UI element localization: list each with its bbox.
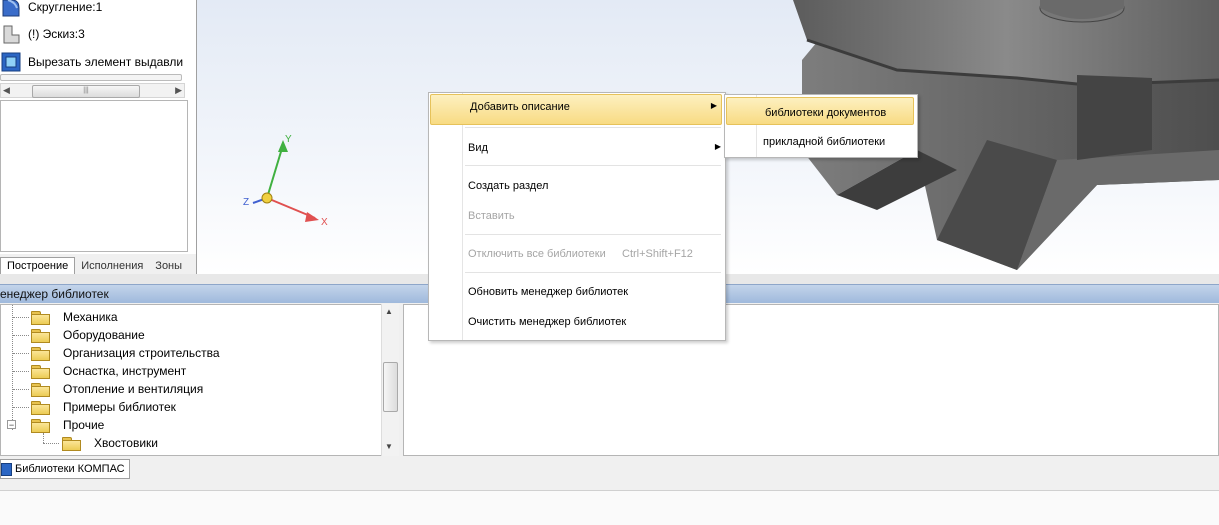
menu-item-refresh-manager[interactable]: Обновить менеджер библиотек xyxy=(429,280,725,306)
submenu-item-application-library[interactable]: прикладной библиотеки xyxy=(725,127,917,155)
scroll-down-icon[interactable]: ▼ xyxy=(385,442,393,451)
library-tabbar: Библиотеки КОМПАС xyxy=(0,457,1219,481)
axis-triad xyxy=(252,140,319,222)
sketch-icon xyxy=(3,25,20,44)
list-item[interactable]: Оснастка, инструмент xyxy=(31,362,186,380)
menu-item-view[interactable]: Вид ▶ xyxy=(429,136,725,162)
menu-item-paste[interactable]: Вставить xyxy=(429,204,725,230)
tree-item-label: Скругление:1 xyxy=(28,0,103,14)
folder-open-icon xyxy=(31,418,50,433)
list-item[interactable]: Механика xyxy=(31,308,118,326)
tree-tabs: Построение Исполнения Зоны xyxy=(0,254,196,274)
tree-connector xyxy=(43,443,59,444)
list-item-label: Прочие xyxy=(63,418,105,432)
axis-z-label: Z xyxy=(243,197,250,208)
axis-y-label: Y xyxy=(285,134,292,145)
library-tree: Механика Оборудование Организация строит… xyxy=(0,304,399,456)
tree-connector xyxy=(13,335,29,336)
tree-connector xyxy=(13,389,29,390)
menu-item-label: Отключить все библиотеки xyxy=(468,248,606,260)
list-item-label: Отопление и вентиляция xyxy=(63,382,204,396)
fillet-icon xyxy=(2,0,20,17)
scroll-up-icon[interactable]: ▲ xyxy=(385,307,393,316)
tree-connector xyxy=(43,433,44,443)
menu-separator xyxy=(465,165,721,166)
list-item-label: Оборудование xyxy=(63,328,145,342)
list-item-label: Организация строительства xyxy=(63,346,220,360)
tree-lower-area xyxy=(0,100,188,252)
tree-separator xyxy=(0,74,182,81)
list-item[interactable]: Оборудование xyxy=(31,326,145,344)
folder-icon xyxy=(62,436,81,451)
folder-icon xyxy=(31,400,50,415)
menu-item-label: Создать раздел xyxy=(468,180,549,192)
menu-item-label: Вставить xyxy=(468,210,515,222)
submenu-arrow-icon: ▶ xyxy=(710,101,717,110)
folder-icon xyxy=(31,346,50,361)
tree-connector xyxy=(13,317,29,318)
menu-item-disable-all-libraries[interactable]: Отключить все библиотеки Ctrl+Shift+F12 xyxy=(429,242,725,268)
collapse-icon[interactable]: − xyxy=(7,420,16,430)
list-item-label: Оснастка, инструмент xyxy=(63,364,187,378)
menu-separator xyxy=(465,272,721,273)
tree-item-fillet[interactable]: Скругление:1 xyxy=(0,0,102,18)
status-bar xyxy=(0,490,1219,525)
list-item[interactable]: Хвостовики xyxy=(62,434,158,452)
menu-item-label: Очистить менеджер библиотек xyxy=(468,316,627,328)
tree-item-label: (!) Эскиз:3 xyxy=(28,27,85,41)
list-item-label: Механика xyxy=(63,310,118,324)
tree-connector xyxy=(13,353,29,354)
menu-item-shortcut: Ctrl+Shift+F12 xyxy=(622,248,693,260)
folder-icon xyxy=(31,364,50,379)
list-item[interactable]: Прочие xyxy=(31,416,104,434)
cut-extrude-icon xyxy=(1,52,21,72)
tree-item-cut-extrude[interactable]: Вырезать элемент выдавли xyxy=(0,51,183,73)
scrollbar-thumb[interactable]: ||| xyxy=(32,85,140,98)
tree-connector xyxy=(12,305,13,430)
axis-x-label: X xyxy=(321,217,328,228)
submenu: библиотеки документов прикладной библиот… xyxy=(724,94,918,158)
scroll-right-icon[interactable]: ▶ xyxy=(175,85,182,96)
tab-label: Библиотеки КОМПАС xyxy=(15,463,125,475)
list-item-label: Хвостовики xyxy=(94,436,158,450)
menu-item-create-section[interactable]: Создать раздел xyxy=(429,174,725,200)
tab-build[interactable]: Построение xyxy=(0,257,76,274)
menu-item-add-description[interactable]: Добавить описание ▶ xyxy=(430,94,722,125)
list-item[interactable]: Отопление и вентиляция xyxy=(31,380,203,398)
tree-item-label: Вырезать элемент выдавли xyxy=(28,55,184,69)
submenu-item-document-libraries[interactable]: библиотеки документов xyxy=(726,97,914,125)
scrollbar-thumb[interactable] xyxy=(383,362,398,412)
scroll-left-icon[interactable]: ◀ xyxy=(3,85,10,96)
tab-versions[interactable]: Исполнения xyxy=(75,258,149,274)
menu-item-label: библиотеки документов xyxy=(765,107,887,119)
list-item[interactable]: Организация строительства xyxy=(31,344,220,362)
folder-icon xyxy=(31,310,50,325)
tree-connector xyxy=(13,371,29,372)
library-icon xyxy=(1,462,12,476)
list-item[interactable]: Примеры библиотек xyxy=(31,398,176,416)
tab-kompas-libraries[interactable]: Библиотеки КОМПАС xyxy=(0,459,130,479)
tab-zones[interactable]: Зоны xyxy=(149,258,188,274)
list-item-label: Примеры библиотек xyxy=(63,400,176,414)
tree-connector xyxy=(13,407,29,408)
menu-item-label: прикладной библиотеки xyxy=(763,136,886,148)
folder-icon xyxy=(31,382,50,397)
folder-icon xyxy=(31,328,50,343)
menu-item-label: Обновить менеджер библиотек xyxy=(468,286,629,298)
context-menu: Добавить описание ▶ Вид ▶ Создать раздел… xyxy=(428,92,726,341)
library-vertical-scrollbar[interactable]: ▲ ▼ xyxy=(381,304,399,456)
tree-item-sketch[interactable]: (!) Эскиз:3 xyxy=(0,23,85,45)
menu-item-label: Вид xyxy=(468,142,488,154)
menu-separator xyxy=(465,234,721,235)
model-tree-panel: Скругление:1 (!) Эскиз:3 Вырезать элемен… xyxy=(0,0,197,274)
library-manager-title: енеджер библиотек xyxy=(0,287,109,301)
submenu-arrow-icon: ▶ xyxy=(714,142,721,151)
menu-item-label: Добавить описание xyxy=(470,101,570,113)
menu-item-clear-manager[interactable]: Очистить менеджер библиотек xyxy=(429,310,725,336)
tree-horizontal-scrollbar[interactable]: ◀ ||| ▶ xyxy=(0,83,185,98)
menu-separator xyxy=(465,127,721,128)
